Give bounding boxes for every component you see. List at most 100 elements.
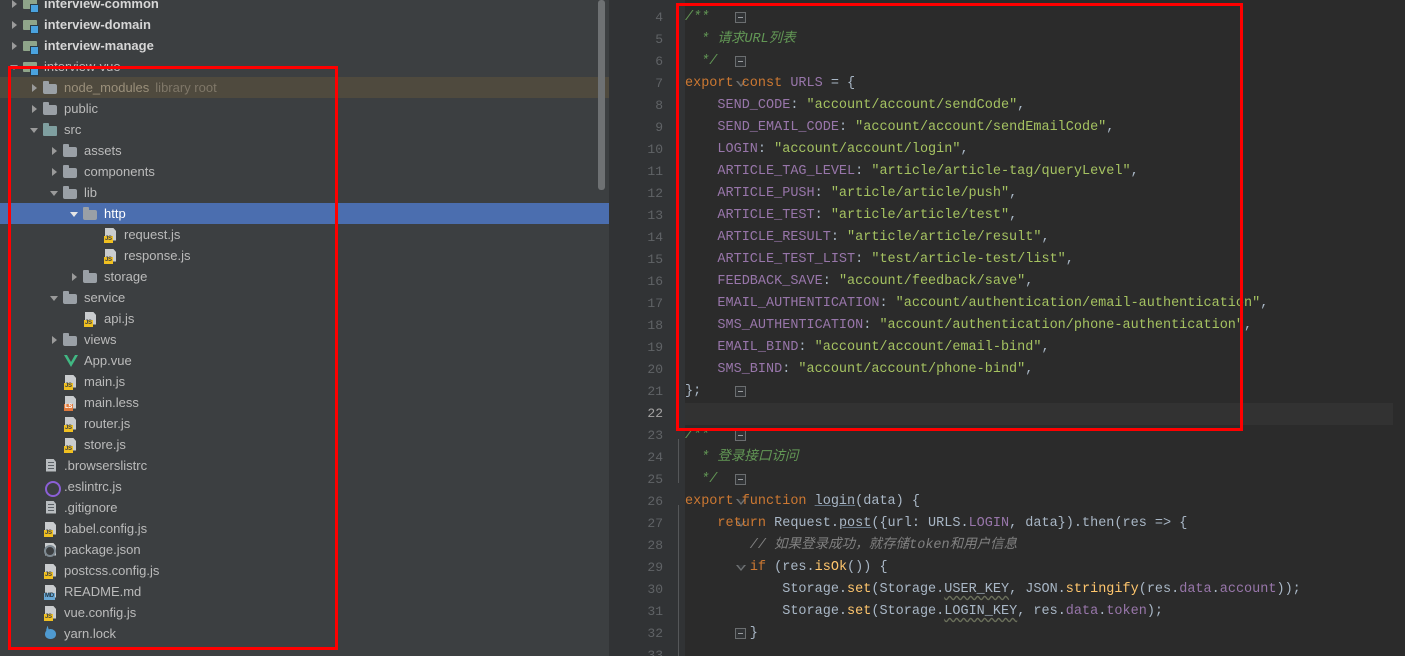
code-line[interactable]: export function login(data) {	[685, 491, 920, 513]
tree-row-readme-md[interactable]: README.md	[0, 581, 609, 602]
tree-row-src[interactable]: src	[0, 119, 609, 140]
tree-row-public[interactable]: public	[0, 98, 609, 119]
tree-row-main-less[interactable]: main.less	[0, 392, 609, 413]
line-number: 13	[647, 208, 663, 223]
tree-row-vue-config-js[interactable]: vue.config.js	[0, 602, 609, 623]
code-line[interactable]: ARTICLE_PUSH: "article/article/push",	[685, 183, 1017, 205]
code-line[interactable]: SMS_BIND: "account/account/phone-bind",	[685, 359, 1033, 381]
tree-row-main-js[interactable]: main.js	[0, 371, 609, 392]
code-line[interactable]: ARTICLE_RESULT: "article/article/result"…	[685, 227, 1049, 249]
code-line[interactable]: /**	[685, 425, 709, 447]
tree-row-label: main.less	[84, 395, 139, 410]
code-line[interactable]: EMAIL_AUTHENTICATION: "account/authentic…	[685, 293, 1268, 315]
tree-row-package-json[interactable]: package.json	[0, 539, 609, 560]
line-number: 10	[647, 142, 663, 157]
tree-row-service[interactable]: service	[0, 287, 609, 308]
chevron-right-icon[interactable]	[28, 102, 41, 115]
code-line[interactable]: ARTICLE_TEST_LIST: "test/article-test/li…	[685, 249, 1073, 271]
chevron-right-icon[interactable]	[68, 270, 81, 283]
line-number-gutter[interactable]: 3 4 5 6 7 8 9 10 11 12 13 14 15 16 17 18 19 20 21 22 23 24 25 2…	[609, 0, 671, 656]
indent-spacer	[0, 633, 28, 634]
code-line[interactable]: ARTICLE_TAG_LEVEL: "article/article-tag/…	[685, 161, 1138, 183]
project-tree-scroll-track[interactable]	[598, 0, 607, 656]
code-line[interactable]: export const URLS = {	[685, 73, 855, 95]
code-line[interactable]: // 如果登录成功，就存储token和用户信息	[685, 535, 1017, 557]
tree-row-api-js[interactable]: api.js	[0, 308, 609, 329]
tree-row-request-js[interactable]: request.js	[0, 224, 609, 245]
tree-row-app-vue[interactable]: App.vue	[0, 350, 609, 371]
tree-row-gitignore[interactable]: .gitignore	[0, 497, 609, 518]
tree-row-response-js[interactable]: response.js	[0, 245, 609, 266]
code-line[interactable]: FEEDBACK_SAVE: "account/feedback/save",	[685, 271, 1033, 293]
indent-spacer	[0, 339, 48, 340]
chevron-right-icon[interactable]	[8, 0, 21, 10]
chevron-down-icon[interactable]	[48, 186, 61, 199]
tree-row-babel-config-js[interactable]: babel.config.js	[0, 518, 609, 539]
tree-row-postcss-config-js[interactable]: postcss.config.js	[0, 560, 609, 581]
chevron-down-icon[interactable]	[28, 123, 41, 136]
json-file-icon	[43, 542, 59, 558]
chevron-down-icon[interactable]	[48, 291, 61, 304]
tree-row-label: main.js	[84, 374, 126, 389]
code-line[interactable]: ARTICLE_TEST: "article/article/test",	[685, 205, 1017, 227]
tree-row-interview-manage[interactable]: interview-manage	[0, 35, 609, 56]
code-line[interactable]: }	[685, 623, 758, 645]
tree-row-interview-vue[interactable]: interview-vue	[0, 56, 609, 77]
code-line[interactable]: */	[685, 51, 717, 73]
code-line[interactable]: LOGIN: "account/account/login",	[685, 139, 968, 161]
project-tree-panel[interactable]: interview-common interview-domain intervie…	[0, 0, 609, 656]
chevron-down-icon[interactable]	[68, 207, 81, 220]
js-file-icon	[43, 563, 59, 579]
code-editor[interactable]: 3 4 5 6 7 8 9 10 11 12 13 14 15 16 17 18 19 20 21 22 23 24 25 2…	[609, 0, 1405, 656]
tree-row-node-modules[interactable]: node_modules library root	[0, 77, 609, 98]
code-line[interactable]: if (res.isOk()) {	[685, 557, 888, 579]
code-line[interactable]: };	[685, 381, 701, 403]
code-token: /**	[685, 428, 710, 443]
code-token: ()) {	[847, 560, 888, 575]
js-file-icon	[103, 248, 119, 264]
code-token: "article/article/result"	[847, 230, 1042, 245]
js-file-icon	[43, 521, 59, 537]
tree-row-assets[interactable]: assets	[0, 140, 609, 161]
tree-row-views[interactable]: views	[0, 329, 609, 350]
code-token: "account/authentication/phone-authentica…	[879, 318, 1244, 333]
tree-row-interview-domain[interactable]: interview-domain	[0, 14, 609, 35]
tree-row-store-js[interactable]: store.js	[0, 434, 609, 455]
tree-row-storage[interactable]: storage	[0, 266, 609, 287]
tree-row-browserslistrc[interactable]: .browserslistrc	[0, 455, 609, 476]
chevron-right-icon[interactable]	[8, 18, 21, 31]
tree-row-label: interview-vue	[44, 59, 121, 74]
chevron-down-icon[interactable]	[8, 60, 21, 73]
tree-row-label: interview-common	[44, 0, 159, 11]
editor-scrollbar-strip[interactable]	[1393, 0, 1405, 656]
text-file-icon	[43, 500, 59, 516]
tree-row-yarn-lock[interactable]: yarn.lock	[0, 623, 609, 644]
code-token: LOGIN	[717, 142, 758, 157]
code-line[interactable]: SEND_EMAIL_CODE: "account/account/sendEm…	[685, 117, 1114, 139]
tree-row-router-js[interactable]: router.js	[0, 413, 609, 434]
chevron-right-icon[interactable]	[8, 39, 21, 52]
tree-row-components[interactable]: components	[0, 161, 609, 182]
code-text-area[interactable]: /** * 请求URL列表 */ export const URLS = { SE…	[685, 0, 1405, 656]
code-line[interactable]: EMAIL_BIND: "account/account/email-bind"…	[685, 337, 1049, 359]
tree-row-http[interactable]: http	[0, 203, 609, 224]
project-tree-scrollbar-thumb[interactable]	[598, 0, 605, 190]
tree-row-eslintrc-js[interactable]: .eslintrc.js	[0, 476, 609, 497]
chevron-right-icon[interactable]	[28, 81, 41, 94]
code-line[interactable]: * 请求URL列表	[685, 29, 796, 51]
code-line[interactable]: * 登录接口访问	[685, 447, 798, 469]
code-line[interactable]: return Request.post({url: URLS.LOGIN, da…	[685, 513, 1187, 535]
code-token: "article/article/test"	[830, 208, 1010, 223]
no-expander	[28, 501, 41, 514]
chevron-right-icon[interactable]	[48, 333, 61, 346]
code-line[interactable]: SEND_CODE: "account/account/sendCode",	[685, 95, 1025, 117]
code-line[interactable]: */	[685, 469, 717, 491]
code-line[interactable]: Storage.set(Storage.LOGIN_KEY, res.data.…	[685, 601, 1163, 623]
code-line[interactable]: /**	[685, 7, 709, 29]
code-line[interactable]: Storage.set(Storage.USER_KEY, JSON.strin…	[685, 579, 1301, 601]
tree-row-lib[interactable]: lib	[0, 182, 609, 203]
code-line[interactable]: SMS_AUTHENTICATION: "account/authenticat…	[685, 315, 1252, 337]
chevron-right-icon[interactable]	[48, 165, 61, 178]
tree-row-interview-common[interactable]: interview-common	[0, 0, 609, 14]
chevron-right-icon[interactable]	[48, 144, 61, 157]
